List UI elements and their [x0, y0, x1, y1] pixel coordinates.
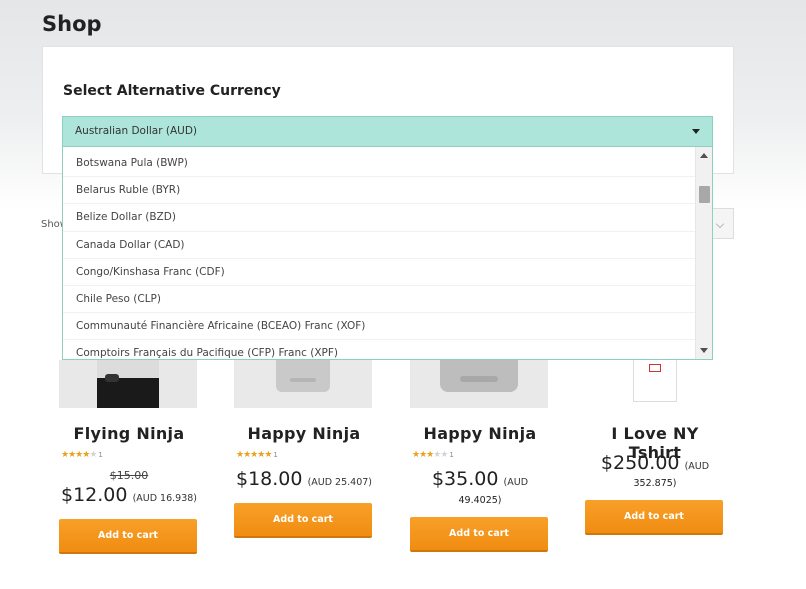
ny-logo-icon: [649, 364, 661, 372]
product-image[interactable]: [410, 360, 548, 408]
star-rating: ★★★★★ 1: [61, 450, 103, 460]
currency-option[interactable]: Belize Dollar (BZD): [63, 204, 696, 232]
star-icon: ★: [89, 450, 97, 460]
scroll-down-arrow-icon[interactable]: [700, 348, 708, 353]
currency-select-value: Australian Dollar (AUD): [75, 125, 198, 137]
currency-select[interactable]: Australian Dollar (AUD): [62, 116, 713, 146]
page-title: Shop: [42, 12, 102, 36]
star-icon: ★: [264, 450, 272, 460]
scroll-up-arrow-icon[interactable]: [700, 153, 708, 158]
product-image[interactable]: [59, 360, 197, 408]
product-image[interactable]: [585, 360, 723, 402]
currency-option[interactable]: Belarus Ruble (BYR): [63, 177, 696, 205]
regular-price: $15.00: [109, 469, 149, 482]
hoodie-image-body: [276, 360, 330, 392]
currency-option[interactable]: Congo/Kinshasa Franc (CDF): [63, 259, 696, 286]
scrollbar-thumb[interactable]: [699, 186, 710, 203]
rating-count: 1: [98, 451, 103, 459]
product-title[interactable]: Flying Ninja: [59, 424, 199, 443]
rating-count: 1: [273, 451, 278, 459]
alt-currency-price: (AUD: [684, 461, 710, 472]
caret-down-icon: [692, 129, 700, 134]
price-amount: $35.00: [431, 468, 499, 490]
product-price: $18.00 (AUD 25.407): [234, 469, 374, 493]
alt-currency-price: (AUD 16.938): [132, 493, 198, 504]
currency-option[interactable]: Comptoirs Français du Pacifique (CFP) Fr…: [63, 340, 696, 359]
currency-option[interactable]: Botswana Pula (BWP): [63, 150, 696, 178]
dropdown-scrollbar[interactable]: [695, 147, 712, 359]
currency-widget-heading: Select Alternative Currency: [63, 83, 281, 99]
star-icon: ★: [440, 450, 448, 460]
currency-option[interactable]: Communauté Financière Africaine (BCEAO) …: [63, 313, 696, 341]
add-to-cart-button[interactable]: Add to cart: [410, 517, 548, 552]
alt-currency-price-continued: 352.875): [633, 478, 677, 489]
add-to-cart-button[interactable]: Add to cart: [585, 500, 723, 535]
price-amount: $250.00: [600, 452, 680, 474]
currency-dropdown-list: Botswana Pula (BWP) Belarus Ruble (BYR) …: [62, 146, 713, 360]
alt-currency-price: (AUD: [503, 477, 529, 488]
rating-count: 1: [449, 451, 454, 459]
ninja-image-hand: [105, 374, 119, 382]
price-amount: $18.00: [235, 468, 303, 490]
sale-price: $12.00 (AUD 16.938): [59, 485, 199, 509]
orderby-select[interactable]: [711, 208, 734, 239]
add-to-cart-button[interactable]: Add to cart: [59, 519, 197, 554]
chevron-down-icon: [715, 219, 725, 229]
alt-currency-price-continued: 49.4025): [458, 495, 502, 506]
tshirt-image: [633, 360, 677, 402]
product-price: $35.00 (AUD: [410, 469, 550, 493]
add-to-cart-button[interactable]: Add to cart: [234, 503, 372, 538]
ninja-image-legs: [97, 378, 159, 408]
product-title[interactable]: Happy Ninja: [410, 424, 550, 443]
star-rating: ★★★★★ 1: [412, 450, 454, 460]
hoodie-image-pocket: [460, 376, 498, 382]
price-amount: $12.00: [60, 484, 128, 506]
currency-option[interactable]: Canada Dollar (CAD): [63, 232, 696, 259]
alt-currency-price: (AUD 25.407): [307, 477, 373, 488]
star-rating: ★★★★★ 1: [236, 450, 278, 460]
hoodie-image-pocket: [290, 378, 316, 382]
product-image[interactable]: [234, 360, 372, 408]
product-title[interactable]: Happy Ninja: [234, 424, 374, 443]
currency-option[interactable]: Chile Peso (CLP): [63, 286, 696, 314]
